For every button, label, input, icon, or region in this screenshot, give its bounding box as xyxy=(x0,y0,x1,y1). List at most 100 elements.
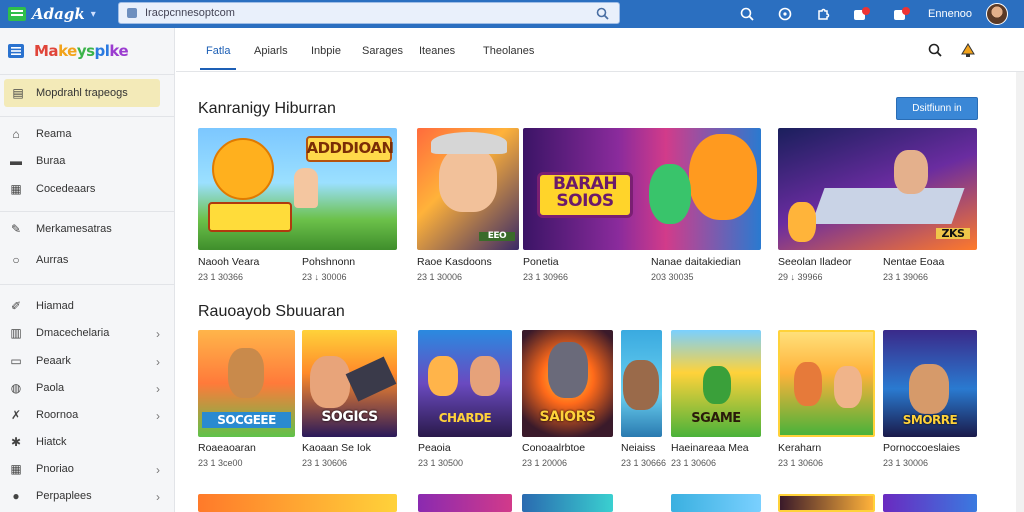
sidebar-item-aurras[interactable]: ○ Aurras xyxy=(10,254,160,266)
character-image xyxy=(909,364,949,414)
tab-iteanes[interactable]: Iteanes xyxy=(419,45,455,57)
character-image xyxy=(431,132,507,154)
card-name[interactable]: Keraharn xyxy=(778,442,821,454)
game-card[interactable]: EEO xyxy=(417,128,519,250)
sidebar-item-buraa[interactable]: ▬ Buraa xyxy=(10,155,160,167)
card-name[interactable]: Pohshnonn xyxy=(302,256,355,268)
card-name[interactable]: Pornoccoeslaies xyxy=(883,442,960,454)
game-card[interactable]: SOGICS xyxy=(302,330,397,437)
character-image xyxy=(834,366,862,408)
card-name[interactable]: Peaoia xyxy=(418,442,451,454)
card-name[interactable]: Seeolan Iladeor xyxy=(778,256,852,268)
chevron-right-icon[interactable]: › xyxy=(156,409,160,423)
card-stats: 23 1 30966 xyxy=(523,272,569,282)
game-card[interactable]: ZKS xyxy=(778,128,977,250)
app-title: Adagk xyxy=(32,5,85,23)
chevron-down-icon[interactable]: ▾ xyxy=(91,9,96,20)
app-logo[interactable]: Adagk ▾ xyxy=(8,5,118,23)
sidebar-item-hiamad[interactable]: ✐ Hiamad xyxy=(10,300,160,312)
chevron-right-icon[interactable]: › xyxy=(156,490,160,504)
chart-icon: ▥ xyxy=(10,326,22,340)
sidebar-item-label: Pnoriao xyxy=(36,463,74,475)
chevron-right-icon[interactable]: › xyxy=(156,382,160,396)
game-card[interactable]: SMORRE xyxy=(883,330,977,437)
game-card[interactable]: ADDDIOAN xyxy=(198,128,397,250)
gift-icon[interactable] xyxy=(894,7,910,21)
game-card[interactable] xyxy=(418,494,512,512)
game-card[interactable] xyxy=(671,494,761,512)
menu-icon[interactable] xyxy=(8,44,24,58)
sidebar-item-cocedeaars[interactable]: ▦ Cocedeaars xyxy=(10,183,160,195)
cta-button[interactable]: Dsitfiunn in xyxy=(896,97,978,120)
card-name[interactable]: Neiaiss xyxy=(621,442,655,454)
card-title-art: SGAME xyxy=(691,411,741,426)
search-bar[interactable]: Iracpcnnesoptcom xyxy=(118,2,620,24)
game-card[interactable] xyxy=(621,330,662,437)
game-card[interactable]: SOCGEEE xyxy=(198,330,295,437)
sidebar-item-merkamesatras[interactable]: ✎ Merkamesatras xyxy=(10,223,160,235)
card-title-art: SOCGEEE xyxy=(202,412,291,428)
sidebar-item-label: Roornoa xyxy=(36,409,79,421)
sidebar-item-hiatck[interactable]: ✱ Hiatck xyxy=(10,436,160,448)
game-card[interactable]: CHARDE xyxy=(418,330,512,437)
card-name[interactable]: Kaoaan Se Iok xyxy=(302,442,371,454)
card-name[interactable]: Roaeaoaran xyxy=(198,442,256,454)
tab-fatla[interactable]: Fatla xyxy=(206,45,230,57)
card-name[interactable]: Haeinareaa Mea xyxy=(671,442,749,454)
tab-inbpie[interactable]: Inbpie xyxy=(311,45,341,57)
game-card[interactable]: SGAME xyxy=(671,330,761,437)
chevron-right-icon[interactable]: › xyxy=(156,355,160,369)
sidebar-item-active[interactable]: ▤ Mopdrahl trapeogs xyxy=(4,79,160,107)
character-image xyxy=(894,150,928,194)
game-card[interactable] xyxy=(198,494,397,512)
bell-icon[interactable] xyxy=(960,43,976,58)
character-image xyxy=(548,342,588,398)
character-image xyxy=(212,138,274,200)
card-name[interactable]: Naooh Veara xyxy=(198,256,259,268)
game-card[interactable] xyxy=(883,494,977,512)
sidebar-item-perpaplees[interactable]: ● Perpaplees › xyxy=(10,490,160,504)
compass-icon[interactable] xyxy=(778,7,792,21)
card-name[interactable]: Ponetia xyxy=(523,256,559,268)
puzzle-icon[interactable] xyxy=(816,7,830,21)
scrollbar[interactable] xyxy=(1016,72,1024,512)
search-icon[interactable] xyxy=(928,43,942,57)
character-image xyxy=(689,134,757,220)
notification-icon[interactable] xyxy=(854,7,870,21)
user-name[interactable]: Ennenoo xyxy=(928,8,972,20)
tab-theolanes[interactable]: Theolanes xyxy=(483,45,534,57)
sidebar-item-dmacechelaria[interactable]: ▥ Dmacechelaria › xyxy=(10,326,160,341)
sidebar-brand[interactable]: Makeysplke xyxy=(8,42,129,60)
sidebar-item-roornoa[interactable]: ✗ Roornoa › xyxy=(10,409,160,423)
card-name[interactable]: Nanae daitakiedian xyxy=(651,256,741,268)
search-icon[interactable] xyxy=(740,7,754,21)
chevron-right-icon[interactable]: › xyxy=(156,327,160,341)
site-icon xyxy=(127,8,137,18)
game-card[interactable] xyxy=(522,494,613,512)
sidebar-item-pnoriao[interactable]: ▦ Pnoriao › xyxy=(10,463,160,477)
card-stats: 29 ↓ 39966 xyxy=(778,272,823,282)
game-card[interactable]: SAIORS xyxy=(522,330,613,437)
tab-sarages[interactable]: Sarages xyxy=(362,45,403,57)
card-info: Raoe Kasdoons 23 1 30006 xyxy=(417,256,492,282)
sidebar-item-label: Reama xyxy=(36,128,72,140)
game-card[interactable]: BARAH SOIOS xyxy=(523,128,761,250)
game-card[interactable] xyxy=(778,330,875,437)
search-icon[interactable] xyxy=(596,7,609,20)
character-image xyxy=(788,202,816,242)
card-name[interactable]: Conoaalrbtoe xyxy=(522,442,585,454)
avatar[interactable] xyxy=(986,3,1009,25)
card-name[interactable]: Nentae Eoaa xyxy=(883,256,944,268)
game-card[interactable] xyxy=(778,494,875,512)
chevron-right-icon[interactable]: › xyxy=(156,463,160,477)
table-image xyxy=(811,188,965,224)
link-icon: ✎ xyxy=(10,222,22,236)
globe-icon: ◍ xyxy=(10,381,22,395)
tab-apiarls[interactable]: Apiarls xyxy=(254,45,288,57)
search-input[interactable]: Iracpcnnesoptcom xyxy=(145,7,596,19)
sidebar-item-reama[interactable]: ⌂ Reama xyxy=(10,128,160,140)
sidebar-item-paola[interactable]: ◍ Paola › xyxy=(10,381,160,396)
sidebar-item-label: Peaark xyxy=(36,355,71,367)
card-name[interactable]: Raoe Kasdoons xyxy=(417,256,492,268)
sidebar-item-peaark[interactable]: ▭ Peaark › xyxy=(10,355,160,369)
